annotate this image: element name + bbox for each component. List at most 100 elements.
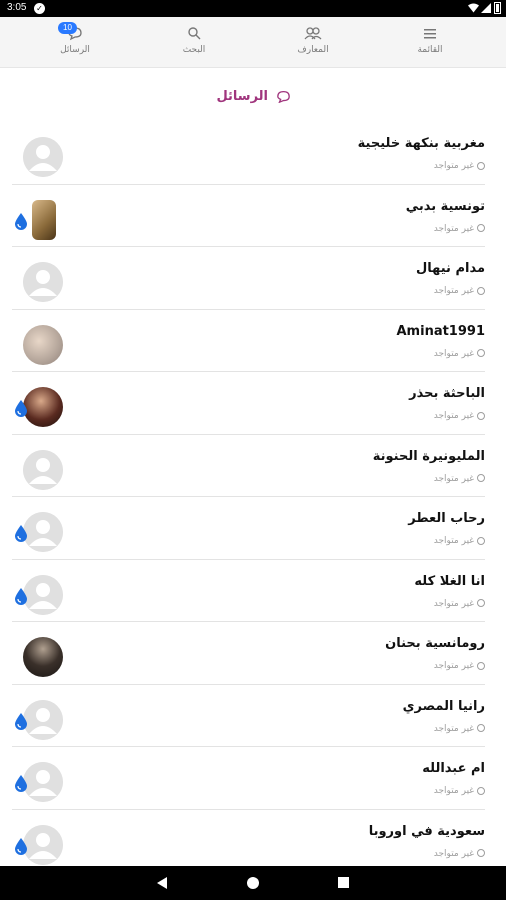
page-title-text: الرسائل bbox=[216, 89, 269, 104]
presence-status: غير متواجد bbox=[434, 536, 485, 546]
offline-dot-icon bbox=[477, 661, 485, 670]
conversation-row[interactable]: Aminat1991 غير متواجد bbox=[12, 310, 486, 372]
conversation-row[interactable]: رانيا المصري غير متواجد bbox=[12, 685, 485, 747]
conversation-row[interactable]: مغربية بنكهة خليجية غير متواجد bbox=[12, 122, 485, 185]
conversation-row[interactable]: تونسية بدبي غير متواجد bbox=[12, 185, 485, 247]
presence-status-text: غير متواجد bbox=[433, 348, 474, 359]
presence-status: غير متواجد bbox=[434, 474, 485, 484]
contact-name: الباحثة بحذر bbox=[409, 386, 485, 401]
conversation-row[interactable]: الباحثة بحذر غير متواجد bbox=[12, 372, 485, 435]
tab-messages[interactable]: 10 الرسائل bbox=[30, 22, 120, 55]
contact-name: رحاب العطر bbox=[408, 511, 485, 526]
conversation-row[interactable]: المليونيرة الحنونة غير متواجد bbox=[12, 435, 485, 497]
presence-status-text: غير متواجد bbox=[433, 723, 474, 734]
water-drop-icon bbox=[15, 587, 27, 605]
presence-status: غير متواجد bbox=[434, 161, 485, 171]
tab-search[interactable]: البحث bbox=[149, 25, 239, 55]
presence-status: غير متواجد bbox=[434, 724, 485, 734]
offline-dot-icon bbox=[477, 786, 485, 795]
water-drop-icon bbox=[15, 712, 27, 730]
conversation-list: مغربية بنكهة خليجية غير متواجد تونسية بدبي… bbox=[12, 122, 485, 872]
app-notification-icon: ✓ bbox=[34, 3, 45, 14]
conversation-row[interactable]: رومانسية بحنان غير متواجد bbox=[12, 622, 485, 685]
contact-name: رومانسية بحنان bbox=[385, 636, 485, 651]
avatar[interactable] bbox=[23, 637, 63, 677]
tab-contacts[interactable]: المعارف bbox=[268, 25, 358, 55]
contact-name: انا الغلا كله bbox=[414, 573, 485, 589]
presence-status: غير متواجد bbox=[434, 786, 485, 796]
presence-status: غير متواجد bbox=[434, 224, 485, 234]
avatar[interactable] bbox=[23, 262, 63, 302]
contacts-icon bbox=[304, 27, 322, 40]
conversation-row[interactable]: ام عبدالله غير متواجد bbox=[12, 747, 485, 810]
wifi-icon bbox=[468, 3, 479, 13]
presence-status-text: غير متواجد bbox=[433, 598, 474, 609]
presence-status-text: غير متواجد bbox=[433, 411, 474, 421]
contact-name: سعودية في اوروبا bbox=[368, 823, 485, 839]
presence-status: غير متواجد bbox=[434, 661, 485, 671]
contact-name: مغربية بنكهة خليجية bbox=[357, 136, 485, 151]
contact-name: ام عبدالله bbox=[422, 761, 485, 776]
avatar[interactable] bbox=[23, 449, 63, 490]
offline-dot-icon bbox=[477, 411, 485, 420]
offline-dot-icon bbox=[477, 536, 485, 545]
water-drop-icon bbox=[15, 525, 27, 542]
page-title: الرسائل bbox=[0, 89, 506, 104]
offline-dot-icon bbox=[477, 349, 485, 357]
presence-status: غير متواجد bbox=[434, 349, 485, 359]
water-drop-icon bbox=[15, 400, 27, 417]
conversation-row[interactable]: رحاب العطر غير متواجد bbox=[12, 497, 485, 560]
water-drop-icon bbox=[15, 775, 27, 792]
offline-dot-icon bbox=[477, 849, 485, 857]
tab-menu[interactable]: القائمة bbox=[385, 25, 475, 55]
tab-label: القائمة bbox=[417, 45, 443, 55]
contact-name: Aminat1991 bbox=[396, 323, 486, 339]
presence-status-text: غير متواجد bbox=[433, 848, 474, 859]
presence-status-text: غير متواجد bbox=[433, 786, 474, 796]
presence-status-text: غير متواجد bbox=[433, 661, 474, 671]
avatar[interactable] bbox=[23, 387, 63, 427]
avatar[interactable] bbox=[23, 324, 63, 365]
avatar[interactable] bbox=[23, 699, 63, 740]
contact-name: تونسية بدبي bbox=[405, 198, 485, 214]
top-navigation: القائمة المعارف البحث 10 الرسائل bbox=[0, 17, 506, 68]
offline-dot-icon bbox=[477, 474, 485, 482]
system-navigation-bar bbox=[0, 866, 506, 900]
avatar[interactable] bbox=[23, 824, 63, 865]
back-icon[interactable] bbox=[157, 877, 167, 889]
contact-name: رانيا المصري bbox=[402, 698, 485, 714]
conversation-row[interactable]: سعودية في اوروبا غير متواجد bbox=[12, 810, 485, 872]
offline-dot-icon bbox=[477, 724, 485, 732]
avatar[interactable] bbox=[23, 137, 63, 177]
presence-status: غير متواجد bbox=[434, 411, 485, 421]
conversation-row[interactable]: مدام نيهال غير متواجد bbox=[12, 247, 485, 310]
signal-icon bbox=[481, 3, 491, 13]
presence-status-text: غير متواجد bbox=[433, 286, 474, 296]
presence-status-text: غير متواجد bbox=[433, 536, 474, 546]
offline-dot-icon bbox=[477, 599, 485, 607]
offline-dot-icon bbox=[477, 224, 485, 232]
avatar[interactable] bbox=[23, 762, 63, 802]
recent-apps-icon[interactable] bbox=[338, 877, 349, 888]
presence-status-text: غير متواجد bbox=[433, 473, 474, 484]
chat-bubble-icon bbox=[276, 90, 290, 103]
tab-label: المعارف bbox=[297, 45, 329, 55]
water-drop-icon bbox=[15, 837, 27, 855]
clock: 3:05 bbox=[7, 2, 27, 13]
unread-badge: 10 bbox=[58, 22, 77, 34]
search-icon bbox=[188, 27, 201, 40]
offline-dot-icon bbox=[477, 161, 485, 170]
battery-icon bbox=[494, 2, 501, 14]
avatar[interactable] bbox=[23, 574, 63, 615]
conversation-row[interactable]: انا الغلا كله غير متواجد bbox=[12, 560, 485, 622]
avatar[interactable] bbox=[32, 199, 56, 240]
presence-status: غير متواجد bbox=[434, 849, 485, 859]
water-drop-icon bbox=[15, 212, 27, 230]
avatar[interactable] bbox=[23, 512, 63, 552]
home-icon[interactable] bbox=[247, 877, 259, 889]
presence-status: غير متواجد bbox=[434, 286, 485, 296]
presence-status-text: غير متواجد bbox=[433, 223, 474, 234]
tab-label: الرسائل bbox=[60, 45, 90, 55]
contact-name: المليونيرة الحنونة bbox=[372, 448, 485, 464]
tab-label: البحث bbox=[182, 45, 206, 55]
